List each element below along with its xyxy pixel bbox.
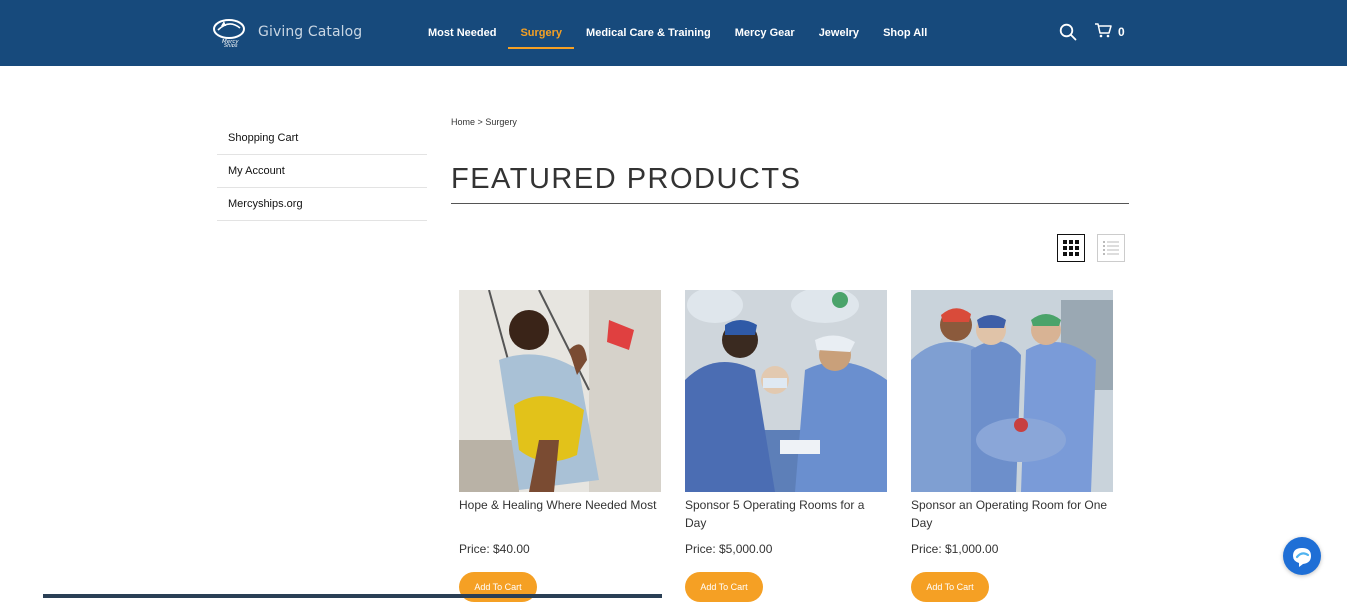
grid-icon	[1063, 240, 1079, 256]
list-icon	[1103, 241, 1119, 255]
mercy-ships-logo-icon: Mercy Ships	[212, 17, 246, 49]
cart-icon	[1094, 22, 1112, 43]
product-price: Price: $5,000.00	[685, 542, 773, 556]
product-image-child-on-swing[interactable]	[459, 290, 661, 492]
product-price: Price: $1,000.00	[911, 542, 999, 556]
sidebar-item-mercyships-org[interactable]: Mercyships.org	[217, 188, 427, 221]
nav-mercy-gear[interactable]: Mercy Gear	[723, 0, 807, 66]
grid-view-button[interactable]	[1057, 234, 1085, 262]
brand-text: Giving Catalog	[258, 24, 363, 40]
cart-count-badge: 0	[1118, 25, 1125, 39]
list-view-button[interactable]	[1097, 234, 1125, 262]
product-price: Price: $40.00	[459, 542, 530, 556]
breadcrumb-home[interactable]: Home	[451, 117, 475, 127]
product-image-operating-room-team[interactable]	[911, 290, 1113, 492]
nav-medical-care-training[interactable]: Medical Care & Training	[574, 0, 723, 66]
nav-surgery[interactable]: Surgery	[508, 0, 574, 66]
svg-text:Ships: Ships	[224, 43, 238, 47]
sidebar-item-my-account[interactable]: My Account	[217, 155, 427, 188]
chat-widget-button[interactable]	[1283, 537, 1321, 575]
nav-shop-all[interactable]: Shop All	[871, 0, 939, 66]
sidebar: Shopping Cart My Account Mercyships.org	[217, 122, 427, 221]
cart-button[interactable]: 0	[1094, 22, 1125, 43]
main-nav: Most Needed Surgery Medical Care & Train…	[416, 0, 939, 66]
page-title: FEATURED PRODUCTS	[451, 163, 802, 195]
partial-image-strip	[43, 594, 662, 598]
product-card: Hope & Healing Where Needed Most Price: …	[459, 290, 661, 602]
sidebar-item-shopping-cart[interactable]: Shopping Cart	[217, 122, 427, 155]
breadcrumb: Home > Surgery	[451, 117, 517, 127]
product-name[interactable]: Sponsor 5 Operating Rooms for a Day	[685, 496, 887, 532]
chat-icon	[1293, 548, 1311, 567]
search-icon[interactable]	[1059, 23, 1077, 41]
brand-logo[interactable]: Mercy Ships Giving Catalog	[212, 17, 363, 49]
nav-most-needed[interactable]: Most Needed	[416, 0, 508, 66]
product-name[interactable]: Hope & Healing Where Needed Most	[459, 496, 661, 514]
product-card: Sponsor an Operating Room for One Day Pr…	[911, 290, 1113, 602]
breadcrumb-separator: >	[477, 117, 483, 127]
product-card: Sponsor 5 Operating Rooms for a Day Pric…	[685, 290, 887, 602]
nav-jewelry[interactable]: Jewelry	[807, 0, 871, 66]
breadcrumb-current[interactable]: Surgery	[485, 117, 517, 127]
top-navigation-bar: Mercy Ships Giving Catalog Most Needed S…	[0, 0, 1347, 66]
product-image-surgeons-operating[interactable]	[685, 290, 887, 492]
product-name[interactable]: Sponsor an Operating Room for One Day	[911, 496, 1113, 532]
title-divider	[451, 203, 1129, 204]
